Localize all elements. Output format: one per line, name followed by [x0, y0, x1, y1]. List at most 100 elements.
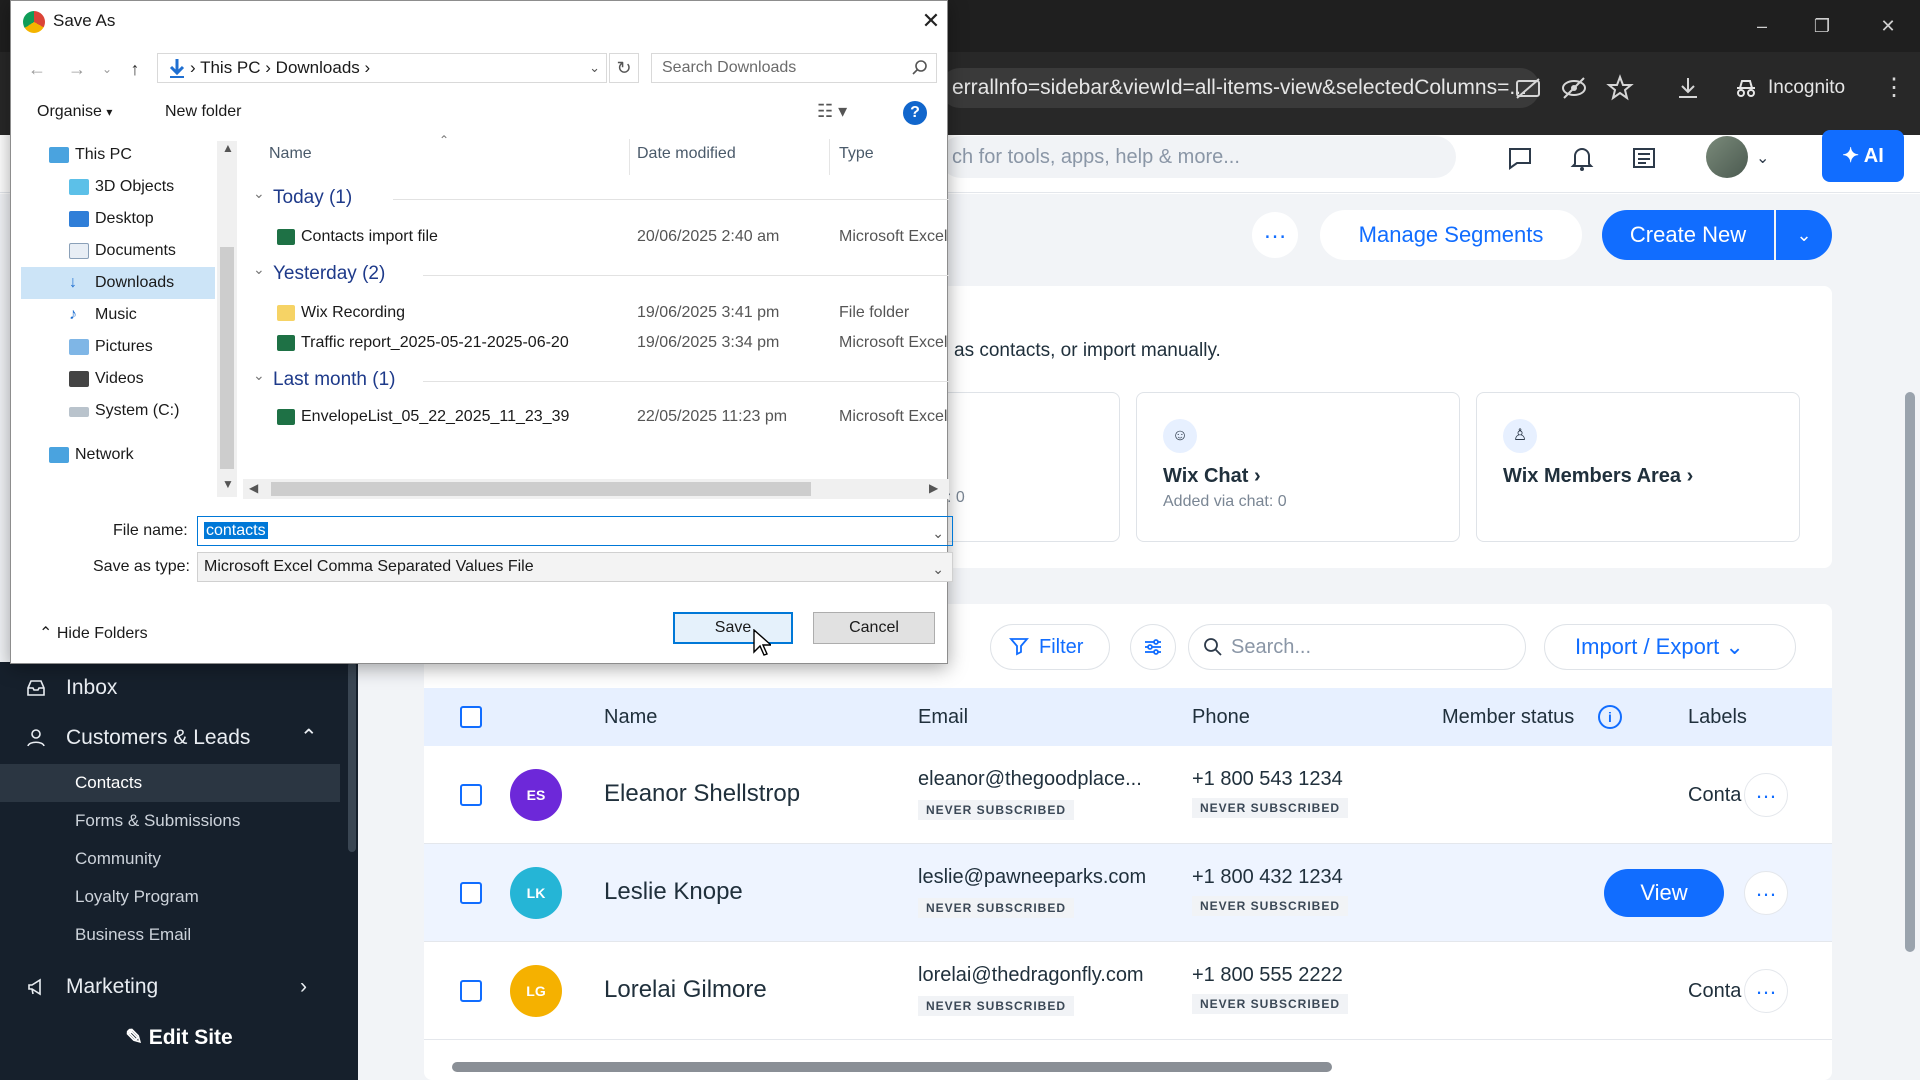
path-breadcrumb[interactable]: › This PC › Downloads › ⌄ — [157, 53, 607, 83]
row-checkbox[interactable] — [460, 980, 482, 1002]
sidebar-item-inbox[interactable]: Inbox — [0, 664, 340, 712]
new-folder-button[interactable]: New folder — [165, 103, 241, 121]
group-last-month[interactable]: Last month (1) — [273, 369, 396, 391]
select-all-checkbox[interactable] — [460, 706, 482, 728]
ai-button[interactable]: ✦ AI — [1822, 130, 1904, 182]
contact-name[interactable]: Lorelai Gilmore — [604, 976, 767, 1004]
column-separator[interactable] — [829, 139, 830, 175]
file-list-scroll-thumb[interactable] — [271, 482, 811, 496]
file-row[interactable]: EnvelopeList_05_22_2025_11_23_39 22/05/2… — [243, 403, 949, 431]
scroll-right-icon[interactable]: ▶ — [929, 481, 938, 495]
source-card-members-area[interactable]: ♙ Wix Members Area › — [1476, 392, 1800, 542]
column-header-phone[interactable]: Phone — [1192, 688, 1250, 746]
eye-off-icon[interactable] — [1558, 72, 1590, 104]
customize-columns-button[interactable] — [1130, 624, 1176, 670]
incognito-indicator[interactable]: Incognito — [1728, 70, 1845, 106]
nav-downloads[interactable]: ↓ Downloads — [21, 267, 215, 299]
up-arrow-icon[interactable]: ↑ — [123, 57, 147, 81]
sidebar-item-customers-leads[interactable]: Customers & Leads ⌃ — [0, 714, 340, 762]
chat-icon[interactable] — [1504, 142, 1536, 174]
save-as-type-select[interactable]: Microsoft Excel Comma Separated Values F… — [197, 552, 953, 582]
chevron-down-icon[interactable]: ⌄ — [253, 261, 265, 278]
page-scroll-thumb[interactable] — [1905, 392, 1915, 952]
scroll-left-icon[interactable]: ◀ — [249, 481, 258, 495]
restore-icon[interactable]: ❐ — [1800, 10, 1844, 42]
table-horizontal-scroll-thumb[interactable] — [452, 1062, 1332, 1072]
view-options-icon[interactable]: ☷ ▾ — [817, 101, 847, 122]
bell-icon[interactable] — [1566, 142, 1598, 174]
row-more-icon[interactable]: … — [1744, 773, 1788, 817]
create-new-button[interactable]: Create New — [1602, 210, 1774, 260]
nav-this-pc[interactable]: This PC — [21, 139, 215, 171]
close-icon[interactable]: ✕ — [915, 5, 947, 37]
info-icon[interactable]: i — [1598, 705, 1622, 729]
nav-pane-scroll-thumb[interactable] — [220, 247, 234, 469]
path-dropdown-icon[interactable]: ⌄ — [589, 54, 600, 82]
nav-desktop[interactable]: Desktop — [21, 203, 215, 235]
organise-menu[interactable]: Organise ▾ — [37, 103, 112, 121]
contact-name[interactable]: Eleanor Shellstrop — [604, 780, 800, 808]
hide-folders-toggle[interactable]: ⌃ Hide Folders — [39, 623, 148, 643]
column-header-date-modified[interactable]: Date modified — [637, 145, 736, 163]
edit-site-button[interactable]: ✎ Edit Site — [0, 1008, 358, 1068]
column-header-name[interactable]: Name — [269, 145, 312, 163]
source-card-partial[interactable]: : 0 — [940, 392, 1120, 542]
minimize-icon[interactable]: – — [1740, 10, 1784, 42]
sidebar-subitem-contacts[interactable]: Contacts — [0, 764, 340, 802]
sidebar-subitem-loyalty[interactable]: Loyalty Program — [0, 878, 340, 916]
sidebar-subitem-forms[interactable]: Forms & Submissions — [0, 802, 340, 840]
nav-videos[interactable]: Videos — [21, 363, 215, 395]
group-today[interactable]: Today (1) — [273, 187, 352, 209]
download-icon[interactable] — [1672, 72, 1704, 104]
file-name-field[interactable]: contacts ⌄ — [197, 516, 953, 546]
back-arrow-icon[interactable]: ← — [25, 57, 49, 81]
refresh-icon[interactable]: ↻ — [609, 53, 639, 83]
column-header-email[interactable]: Email — [918, 688, 968, 746]
scroll-down-icon[interactable]: ▼ — [222, 477, 234, 491]
import-export-button[interactable]: Import / Export ⌄ — [1544, 624, 1796, 670]
wix-search-input[interactable]: ch for tools, apps, help & more... — [940, 136, 1456, 178]
address-bar[interactable]: errallnfo=sidebar&viewId=all-items-view&… — [940, 68, 1540, 108]
cancel-button[interactable]: Cancel — [813, 612, 935, 644]
contacts-search-input[interactable]: Search... — [1188, 624, 1526, 670]
table-row[interactable]: LG Lorelai Gilmore lorelai@thedragonfly.… — [424, 942, 1832, 1040]
breadcrumb-this-pc[interactable]: This PC — [200, 58, 260, 77]
chevron-down-icon[interactable]: ⌄ — [253, 367, 265, 384]
nav-music[interactable]: ♪ Music — [21, 299, 215, 331]
more-actions-icon[interactable]: … — [1252, 212, 1298, 258]
table-row[interactable]: ES Eleanor Shellstrop eleanor@thegoodpla… — [424, 746, 1832, 844]
chevron-down-icon[interactable]: ⌄ — [932, 555, 944, 583]
nav-documents[interactable]: Documents — [21, 235, 215, 267]
row-checkbox[interactable] — [460, 784, 482, 806]
manage-segments-button[interactable]: Manage Segments — [1320, 210, 1582, 260]
forward-arrow-icon[interactable]: → — [65, 57, 89, 81]
row-checkbox[interactable] — [460, 882, 482, 904]
close-window-icon[interactable]: ✕ — [1866, 10, 1910, 42]
source-card-wix-chat[interactable]: ☺ Wix Chat › Added via chat: 0 — [1136, 392, 1460, 542]
sidebar-scrollbar[interactable] — [348, 662, 356, 852]
contact-name[interactable]: Leslie Knope — [604, 878, 743, 906]
filter-button[interactable]: Filter — [990, 624, 1110, 670]
group-yesterday[interactable]: Yesterday (2) — [273, 263, 385, 285]
nav-3d-objects[interactable]: 3D Objects — [21, 171, 215, 203]
chevron-down-icon[interactable]: ⌄ — [253, 185, 265, 202]
sidebar-subitem-business-email[interactable]: Business Email — [0, 916, 340, 954]
table-row[interactable]: LK Leslie Knope leslie@pawneeparks.com N… — [424, 844, 1832, 942]
column-header-labels[interactable]: Labels — [1688, 688, 1747, 746]
news-icon[interactable] — [1628, 142, 1660, 174]
star-icon[interactable] — [1604, 72, 1636, 104]
row-more-icon[interactable]: … — [1744, 969, 1788, 1013]
file-row[interactable]: Wix Recording 19/06/2025 3:41 pm File fo… — [243, 299, 949, 327]
create-new-dropdown-icon[interactable]: ⌄ — [1776, 210, 1832, 260]
sidebar-subitem-community[interactable]: Community — [0, 840, 340, 878]
recent-dropdown-icon[interactable]: ⌄ — [95, 57, 119, 81]
file-row[interactable]: Contacts import file 20/06/2025 2:40 am … — [243, 223, 949, 251]
sidebar-item-marketing[interactable]: Marketing › — [0, 963, 340, 1011]
file-row[interactable]: Traffic report_2025-05-21-2025-06-20 19/… — [243, 329, 949, 357]
breadcrumb-downloads[interactable]: Downloads — [276, 58, 360, 77]
column-header-member-status[interactable]: Member status — [1442, 688, 1574, 746]
scroll-up-icon[interactable]: ▲ — [222, 141, 234, 155]
nav-pictures[interactable]: Pictures — [21, 331, 215, 363]
view-contact-button[interactable]: View — [1604, 869, 1724, 917]
row-more-icon[interactable]: … — [1744, 871, 1788, 915]
